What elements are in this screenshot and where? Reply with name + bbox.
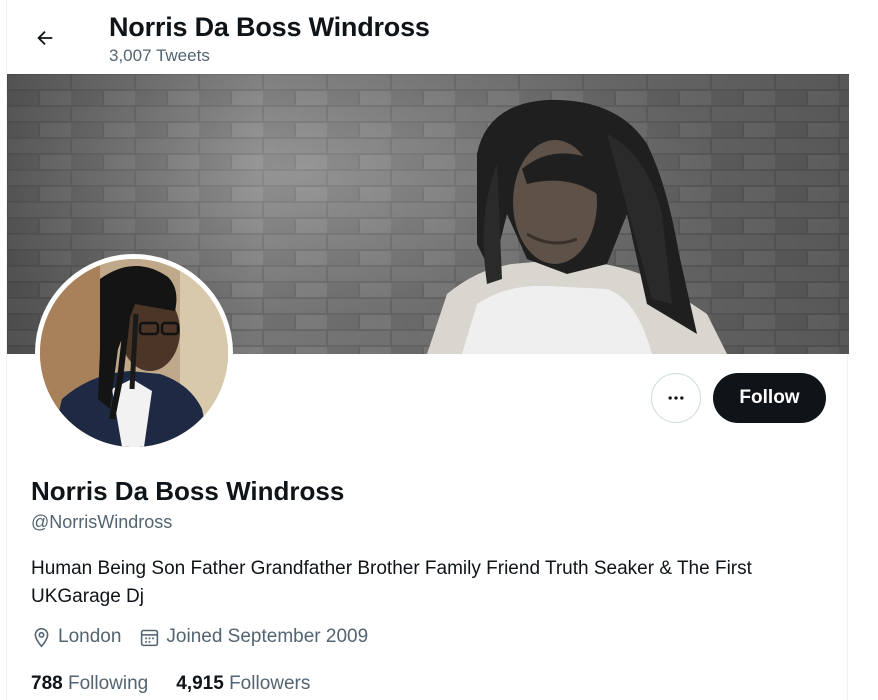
followers-link[interactable]: 4,915 Followers [176, 673, 310, 695]
location-text: London [58, 626, 122, 647]
profile-meta: London Joined September 2009 [31, 626, 386, 648]
profile-name: Norris Da Boss Windross [31, 476, 345, 506]
profile-header: Norris Da Boss Windross 3,007 Tweets [7, 0, 849, 74]
profile-stats: 788 Following 4,915 Followers [31, 673, 338, 695]
profile-handle: @NorrisWindross [31, 512, 173, 532]
location-pin-icon [34, 627, 49, 647]
followers-count: 4,915 [176, 673, 224, 694]
followers-label: Followers [229, 673, 311, 694]
following-count: 788 [31, 673, 63, 694]
header-title: Norris Da Boss Windross [109, 12, 430, 42]
avatar-image [40, 259, 228, 447]
back-button[interactable] [27, 20, 63, 56]
profile-bio: Human Being Son Father Grandfather Broth… [31, 558, 752, 607]
join-date: Joined September 2009 [139, 626, 368, 648]
follow-button[interactable]: Follow [713, 373, 826, 423]
join-date-text: Joined September 2009 [166, 626, 369, 647]
arrow-left-icon [37, 30, 53, 46]
following-label: Following [67, 673, 149, 694]
tweet-count: 3,007 Tweets [109, 46, 210, 65]
avatar[interactable] [35, 254, 233, 452]
calendar-icon [141, 629, 159, 646]
following-link[interactable]: 788 Following [31, 673, 148, 695]
location: London [31, 626, 121, 648]
more-dots-icon [668, 396, 684, 400]
more-options-button[interactable] [651, 373, 701, 423]
profile-page: Norris Da Boss Windross 3,007 Tweets Fol… [6, 0, 849, 700]
